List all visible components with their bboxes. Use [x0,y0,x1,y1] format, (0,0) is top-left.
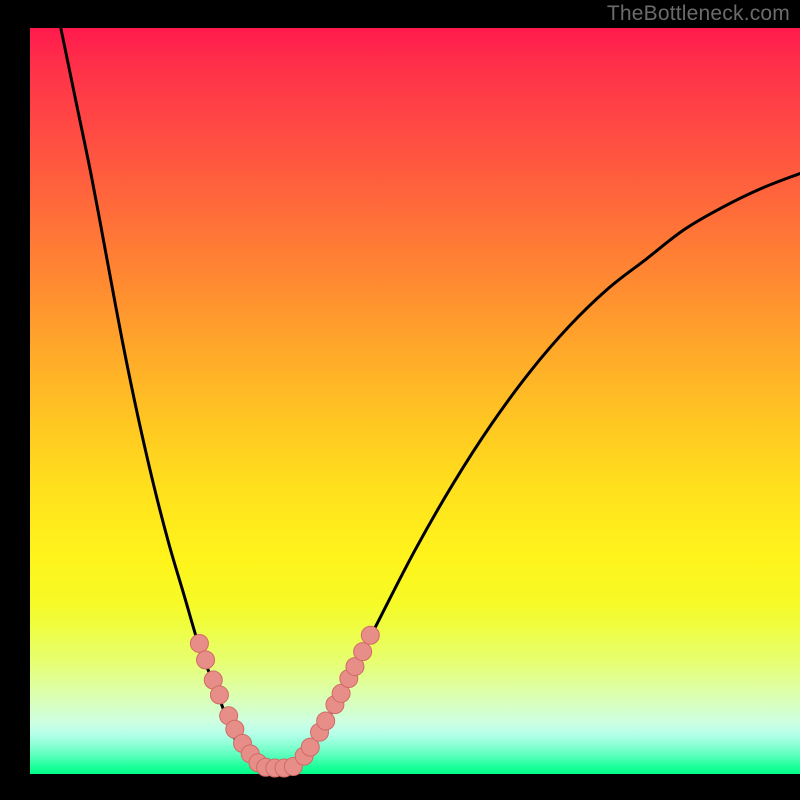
chart-svg [0,0,800,800]
data-marker [354,643,372,661]
data-marker [197,651,215,669]
chart-stage: TheBottleneck.com [0,0,800,800]
data-marker [190,634,208,652]
data-marker [317,712,335,730]
data-markers [190,626,379,777]
data-marker [361,626,379,644]
data-marker [210,686,228,704]
bottleneck-curve [61,28,800,768]
